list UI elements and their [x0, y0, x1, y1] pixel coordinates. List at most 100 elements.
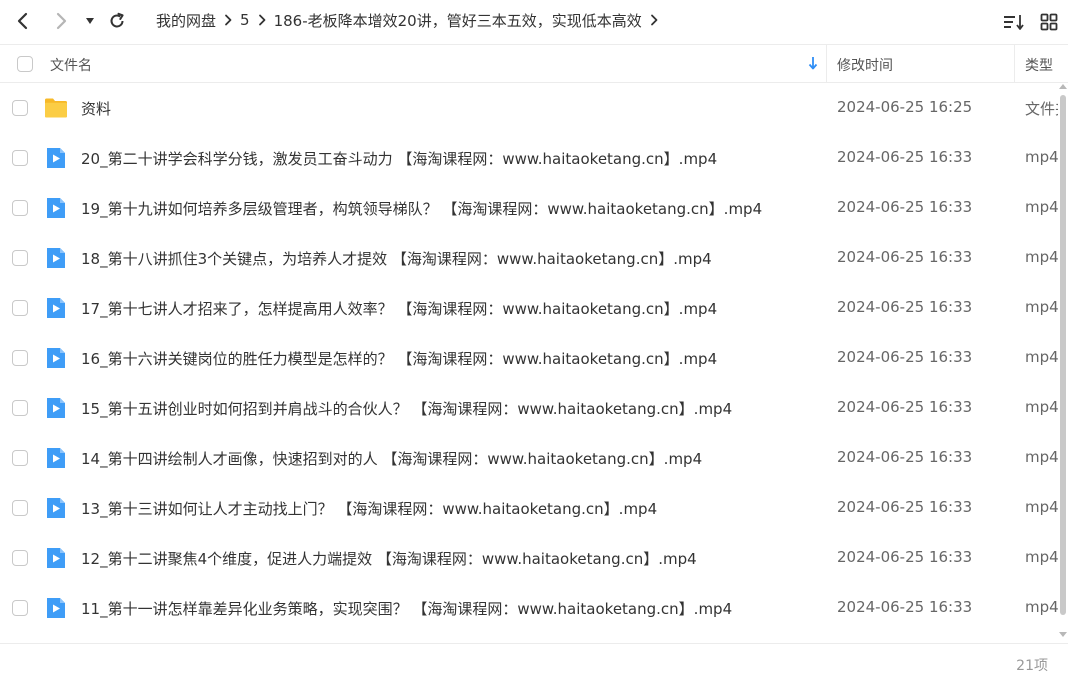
row-checkbox[interactable]	[12, 250, 28, 266]
sort-button[interactable]	[1000, 8, 1028, 36]
file-modified-date: 2024-06-25 16:33	[837, 298, 973, 316]
file-name: 资料	[81, 100, 112, 118]
file-modified-date: 2024-06-25 16:33	[837, 348, 973, 366]
folder-icon	[45, 98, 67, 118]
row-checkbox[interactable]	[12, 350, 28, 366]
file-type: mp4	[1025, 198, 1058, 216]
file-modified-date: 2024-06-25 16:33	[837, 598, 973, 616]
scroll-up-icon[interactable]	[1059, 84, 1067, 89]
file-row[interactable]: 18_第十八讲抓住3个关键点，为培养人才提效 【海淘课程网：www.haitao…	[0, 233, 1058, 283]
file-row[interactable]: 19_第十九讲如何培养多层级管理者，构筑领导梯队？ 【海淘课程网：www.hai…	[0, 183, 1058, 233]
row-checkbox[interactable]	[12, 150, 28, 166]
file-type: mp4	[1025, 248, 1058, 266]
video-file-icon	[47, 498, 65, 518]
row-checkbox[interactable]	[12, 500, 28, 516]
video-file-icon	[47, 598, 65, 618]
row-checkbox[interactable]	[12, 100, 28, 116]
file-modified-date: 2024-06-25 16:33	[837, 498, 973, 516]
file-row[interactable]: 资料 2024-06-25 16:25 文件夹	[0, 83, 1058, 133]
video-file-icon	[47, 348, 65, 368]
refresh-button[interactable]	[102, 6, 132, 36]
file-row[interactable]: 14_第十四讲绘制人才画像，快速招到对的人 【海淘课程网：www.haitaok…	[0, 433, 1058, 483]
item-count: 21项	[1016, 658, 1048, 674]
file-name: 16_第十六讲关键岗位的胜任力模型是怎样的？ 【海淘课程网：www.haitao…	[81, 350, 718, 368]
back-button[interactable]	[8, 6, 38, 36]
scroll-down-icon[interactable]	[1059, 632, 1067, 637]
video-file-icon	[47, 298, 65, 318]
row-checkbox[interactable]	[12, 300, 28, 316]
column-header-type[interactable]: 类型	[1025, 55, 1053, 75]
video-file-icon	[47, 398, 65, 418]
file-modified-date: 2024-06-25 16:25	[837, 98, 973, 116]
file-name: 14_第十四讲绘制人才画像，快速招到对的人 【海淘课程网：www.haitaok…	[81, 450, 703, 468]
file-modified-date: 2024-06-25 16:33	[837, 398, 973, 416]
file-type: mp4	[1025, 448, 1058, 466]
file-type: mp4	[1025, 298, 1058, 316]
vertical-scrollbar[interactable]	[1058, 83, 1068, 643]
file-name: 18_第十八讲抓住3个关键点，为培养人才提效 【海淘课程网：www.haitao…	[81, 250, 712, 268]
select-all-checkbox[interactable]	[17, 56, 33, 72]
chevron-right-icon	[56, 12, 67, 30]
chevron-left-icon	[17, 12, 28, 30]
breadcrumb-item-current[interactable]: 186-老板降本增效20讲，管好三本五效，实现低本高效	[274, 10, 642, 31]
status-bar: 21项	[0, 643, 1068, 686]
row-checkbox[interactable]	[12, 600, 28, 616]
row-checkbox[interactable]	[12, 200, 28, 216]
file-row[interactable]: 12_第十二讲聚焦4个维度，促进人力端提效 【海淘课程网：www.haitaok…	[0, 533, 1058, 583]
refresh-icon	[110, 12, 124, 28]
file-name: 11_第十一讲怎样靠差异化业务策略，实现突围？ 【海淘课程网：www.haita…	[81, 600, 733, 618]
scrollbar-thumb[interactable]	[1060, 95, 1066, 615]
caret-down-icon	[86, 18, 94, 24]
breadcrumb-item-root[interactable]: 我的网盘	[156, 10, 216, 31]
file-row[interactable]: 16_第十六讲关键岗位的胜任力模型是怎样的？ 【海淘课程网：www.haitao…	[0, 333, 1058, 383]
file-name: 15_第十五讲创业时如何招到并肩战斗的合伙人？ 【海淘课程网：www.haita…	[81, 400, 733, 418]
row-checkbox[interactable]	[12, 400, 28, 416]
column-divider[interactable]	[826, 45, 827, 83]
file-type: mp4	[1025, 398, 1058, 416]
toolbar: 我的网盘 5 186-老板降本增效20讲，管好三本五效，实现低本高效	[0, 0, 1068, 44]
file-modified-date: 2024-06-25 16:33	[837, 198, 973, 216]
video-file-icon	[47, 448, 65, 468]
file-modified-date: 2024-06-25 16:33	[837, 548, 973, 566]
file-row[interactable]: 17_第十七讲人才招来了，怎样提高用人效率？ 【海淘课程网：www.haitao…	[0, 283, 1058, 333]
file-type: mp4	[1025, 148, 1058, 166]
video-file-icon	[47, 148, 65, 168]
grid-view-button[interactable]	[1035, 8, 1063, 36]
file-name: 20_第二十讲学会科学分钱，激发员工奋斗动力 【海淘课程网：www.haitao…	[81, 150, 718, 168]
history-dropdown-button[interactable]	[76, 6, 104, 36]
file-type: mp4	[1025, 548, 1058, 566]
file-name: 19_第十九讲如何培养多层级管理者，构筑领导梯队？ 【海淘课程网：www.hai…	[81, 200, 763, 218]
file-row[interactable]: 15_第十五讲创业时如何招到并肩战斗的合伙人？ 【海淘课程网：www.haita…	[0, 383, 1058, 433]
file-name: 13_第十三讲如何让人才主动找上门？ 【海淘课程网：www.haitaoketa…	[81, 500, 658, 518]
file-modified-date: 2024-06-25 16:33	[837, 448, 973, 466]
file-modified-date: 2024-06-25 16:33	[837, 248, 973, 266]
row-checkbox[interactable]	[12, 450, 28, 466]
file-name: 17_第十七讲人才招来了，怎样提高用人效率？ 【海淘课程网：www.haitao…	[81, 300, 718, 318]
file-row[interactable]: 20_第二十讲学会科学分钱，激发员工奋斗动力 【海淘课程网：www.haitao…	[0, 133, 1058, 183]
file-list: 资料 2024-06-25 16:25 文件夹 20_第二十讲学会科学分钱，激发…	[0, 83, 1068, 643]
forward-button[interactable]	[46, 6, 76, 36]
chevron-right-icon[interactable]	[650, 14, 658, 26]
breadcrumb: 我的网盘 5 186-老板降本增效20讲，管好三本五效，实现低本高效	[148, 0, 658, 40]
column-header-name[interactable]: 文件名	[50, 55, 92, 75]
file-row[interactable]: 11_第十一讲怎样靠差异化业务策略，实现突围？ 【海淘课程网：www.haita…	[0, 583, 1058, 633]
grid-view-icon	[1040, 13, 1058, 31]
video-file-icon	[47, 548, 65, 568]
column-header: 文件名 修改时间 类型	[0, 44, 1068, 83]
file-type: mp4	[1025, 498, 1058, 516]
file-type: 文件夹	[1025, 100, 1058, 118]
chevron-right-icon	[224, 14, 232, 26]
chevron-right-icon	[258, 14, 266, 26]
sort-icon	[1004, 15, 1024, 30]
column-header-modified[interactable]: 修改时间	[837, 55, 893, 75]
row-checkbox[interactable]	[12, 550, 28, 566]
file-type: mp4	[1025, 348, 1058, 366]
breadcrumb-item-folder-5[interactable]: 5	[240, 11, 250, 29]
file-name: 12_第十二讲聚焦4个维度，促进人力端提效 【海淘课程网：www.haitaok…	[81, 550, 697, 568]
sort-desc-icon[interactable]	[806, 55, 820, 75]
file-modified-date: 2024-06-25 16:33	[837, 148, 973, 166]
column-divider[interactable]	[1014, 45, 1015, 83]
file-row[interactable]: 13_第十三讲如何让人才主动找上门？ 【海淘课程网：www.haitaoketa…	[0, 483, 1058, 533]
video-file-icon	[47, 248, 65, 268]
file-type: mp4	[1025, 598, 1058, 616]
